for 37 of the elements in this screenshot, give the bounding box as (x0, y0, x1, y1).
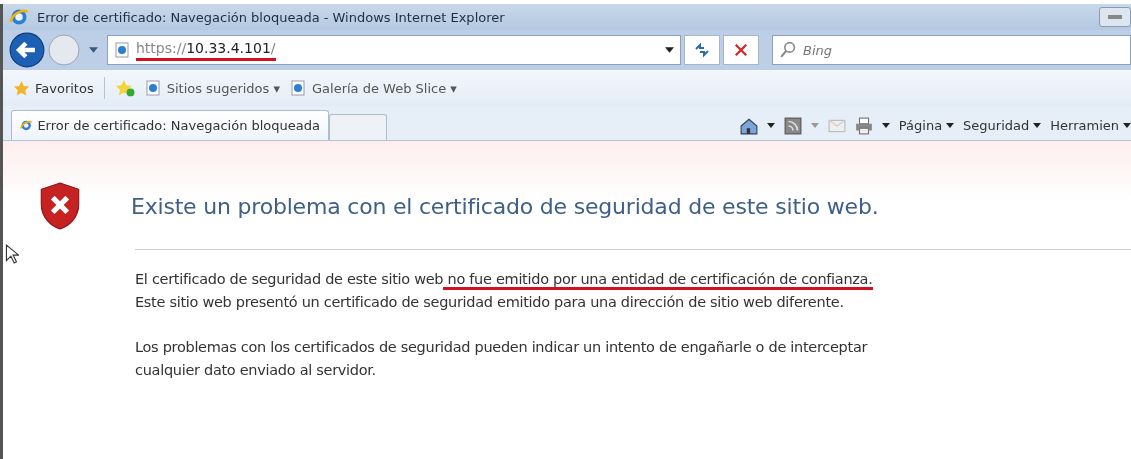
warning-paragraph: Los problemas con los certificados de seguridad pueden indicar un intento de engañarle o de interceptar cualquier dato enviado al servidor. (135, 338, 869, 380)
close-icon (734, 43, 748, 57)
caret-icon[interactable] (665, 47, 674, 53)
printer-icon[interactable] (854, 116, 873, 135)
page-icon (144, 80, 161, 96)
menu-button[interactable]: Página (898, 118, 955, 133)
menu-button[interactable]: Herramien (1050, 118, 1131, 133)
add-favorite-icon[interactable] (114, 79, 135, 97)
mouse-pointer-icon (5, 244, 19, 264)
minimize-button[interactable] (1099, 7, 1131, 27)
window-title: Error de certificado: Navegación bloqueada - Windows Internet Explorer (37, 9, 505, 25)
caret-icon (1033, 123, 1042, 128)
stop-button[interactable] (723, 35, 759, 65)
browser-logo-icon (9, 7, 29, 27)
favorites-button[interactable]: Favoritos (13, 79, 94, 97)
caret-icon (946, 123, 955, 128)
address-field[interactable]: https://10.33.4.101/ (107, 35, 681, 65)
page-heading: Existe un problema con el certificado de seguridad de este sitio web. (131, 193, 879, 219)
refresh-icon (694, 42, 710, 58)
search-field[interactable]: Bing (772, 35, 1131, 65)
caret-icon[interactable] (881, 123, 890, 128)
page-icon (290, 80, 306, 96)
refresh-button[interactable] (684, 35, 720, 65)
shield-error-icon (39, 181, 81, 231)
page-icon (114, 42, 130, 58)
star-icon (13, 79, 30, 97)
favorites-link[interactable]: Galería de Web Slice ▾ (290, 80, 457, 96)
warning-paragraph: El certificado de seguridad de este sitio web no fue emitido por una entidad de certificación de confianza. Este sitio web presentó un certificado de seguridad emitido para una dirección de sitio web diferente. (135, 270, 874, 312)
search-icon (779, 41, 796, 58)
favorites-link[interactable]: Sitios sugeridos ▾ (144, 80, 280, 96)
browser-tab[interactable]: Error de certificado: Navegación bloqueada (11, 110, 329, 140)
home-icon[interactable] (739, 116, 758, 135)
menu-button[interactable]: Seguridad (963, 118, 1042, 133)
caret-icon[interactable] (766, 123, 775, 128)
feed-icon[interactable] (783, 116, 802, 135)
caret-icon (1123, 123, 1131, 128)
back-button[interactable] (9, 32, 45, 68)
